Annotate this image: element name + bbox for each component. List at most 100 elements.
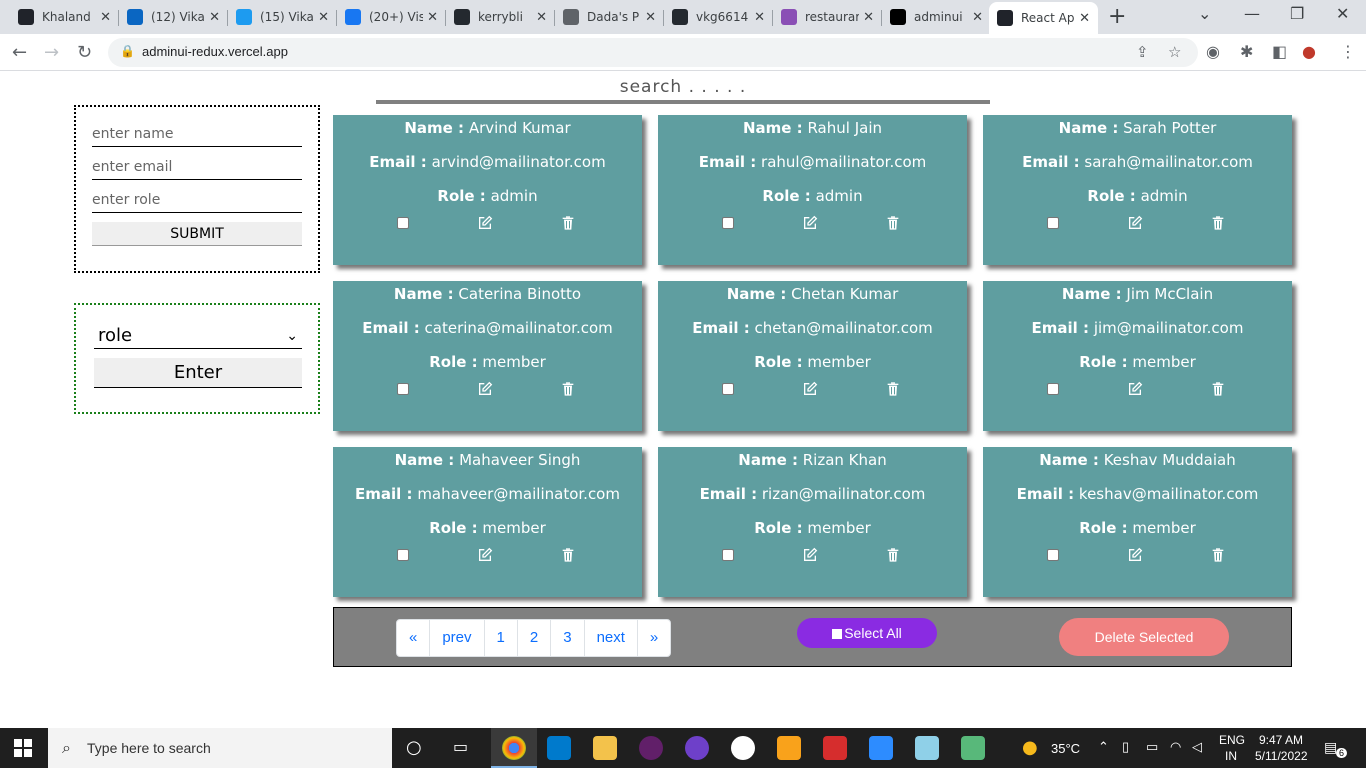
language-top[interactable]: ENG — [1219, 733, 1245, 747]
taskbar-search-box[interactable]: ⌕ Type here to search — [48, 728, 392, 768]
browser-tab[interactable]: Dada's P ✕ — [555, 2, 664, 32]
browser-tab[interactable]: (12) Vika ✕ — [119, 2, 228, 32]
page-link-1[interactable]: 1 — [485, 620, 518, 656]
browser-tab[interactable]: (15) Vika ✕ — [228, 2, 337, 32]
tab-close-icon[interactable]: ✕ — [209, 10, 220, 25]
sublime-taskbar-icon[interactable] — [777, 736, 801, 760]
next-page-link[interactable]: next — [585, 620, 638, 656]
browser-tab[interactable]: restaurar ✕ — [773, 2, 882, 32]
edit-icon[interactable] — [477, 215, 493, 235]
tab-close-icon[interactable]: ✕ — [863, 10, 874, 25]
tab-close-icon[interactable]: ✕ — [972, 10, 983, 25]
submit-button[interactable]: SUBMIT — [92, 222, 302, 246]
vscode-taskbar-icon[interactable] — [547, 736, 571, 760]
trash-icon[interactable] — [560, 547, 576, 567]
trash-icon[interactable] — [1210, 547, 1226, 567]
reload-icon[interactable]: ↻ — [77, 42, 92, 63]
tab-close-icon[interactable]: ✕ — [318, 10, 329, 25]
browser-tab[interactable]: vkg6614 ✕ — [664, 2, 773, 32]
row-select-checkbox[interactable] — [722, 383, 734, 395]
trash-icon[interactable] — [885, 381, 901, 401]
lock-icon[interactable]: 🔒 — [120, 44, 135, 58]
task-view-icon[interactable]: ▭ — [453, 737, 468, 756]
address-bar[interactable]: 🔒 adminui-redux.vercel.app ⇪ ☆ — [108, 38, 1198, 67]
edit-icon[interactable] — [1127, 215, 1143, 235]
trash-icon[interactable] — [1210, 215, 1226, 235]
chrome-taskbar-icon[interactable] — [502, 736, 526, 760]
share-icon[interactable]: ⇪ — [1136, 43, 1149, 61]
extensions-puzzle-icon[interactable]: ✱ — [1240, 42, 1253, 61]
browser-tab[interactable]: React Ap ✕ — [989, 2, 1098, 34]
page-link-2[interactable]: 2 — [518, 620, 552, 656]
edit-icon[interactable] — [477, 547, 493, 567]
tab-close-icon[interactable]: ✕ — [1079, 11, 1090, 26]
tab-close-icon[interactable]: ✕ — [645, 10, 656, 25]
row-select-checkbox[interactable] — [397, 549, 409, 561]
zoom-taskbar-icon[interactable] — [869, 736, 893, 760]
edit-icon[interactable] — [1127, 547, 1143, 567]
battery-icon[interactable]: ▭ — [1146, 739, 1158, 755]
tab-close-icon[interactable]: ✕ — [536, 10, 547, 25]
search-input[interactable] — [376, 74, 990, 104]
edit-icon[interactable] — [477, 381, 493, 401]
new-tab-button[interactable]: + — [1108, 4, 1126, 29]
menu-kebab-icon[interactable]: ⋮ — [1340, 42, 1356, 61]
mongodb-taskbar-icon[interactable] — [731, 736, 755, 760]
browser-tab[interactable]: (20+) Vis ✕ — [337, 2, 446, 32]
color-extension-icon[interactable]: ◉ — [1206, 42, 1220, 61]
maximize-button[interactable]: ❐ — [1290, 4, 1304, 23]
role-select[interactable]: role ⌄ — [94, 321, 302, 349]
tray-chevron-icon[interactable]: ⌃ — [1098, 739, 1109, 755]
trash-icon[interactable] — [885, 215, 901, 235]
select-all-checkbox[interactable] — [832, 629, 843, 639]
tab-close-icon[interactable]: ✕ — [427, 10, 438, 25]
tab-close-icon[interactable]: ✕ — [754, 10, 765, 25]
tab-close-icon[interactable]: ✕ — [100, 10, 111, 25]
language-bottom[interactable]: IN — [1225, 749, 1237, 763]
role-field[interactable] — [92, 187, 302, 213]
edit-icon[interactable] — [802, 215, 818, 235]
forward-icon[interactable]: → — [44, 42, 59, 63]
trash-icon[interactable] — [885, 547, 901, 567]
clock-time[interactable]: 9:47 AM — [1259, 733, 1303, 747]
first-page-link[interactable]: « — [397, 620, 431, 656]
row-select-checkbox[interactable] — [1047, 217, 1059, 229]
github-desktop-taskbar-icon[interactable] — [685, 736, 709, 760]
wifi-icon[interactable]: ◠ — [1170, 739, 1181, 755]
email-field[interactable] — [92, 154, 302, 180]
name-field[interactable] — [92, 121, 302, 147]
bookmark-star-icon[interactable]: ☆ — [1168, 43, 1181, 61]
back-icon[interactable]: ← — [12, 42, 27, 63]
page-link-3[interactable]: 3 — [551, 620, 585, 656]
trash-icon[interactable] — [560, 215, 576, 235]
windows-start-icon[interactable] — [14, 739, 32, 757]
edit-icon[interactable] — [1127, 381, 1143, 401]
slack-taskbar-icon[interactable] — [639, 736, 663, 760]
row-select-checkbox[interactable] — [1047, 549, 1059, 561]
delete-selected-button[interactable]: Delete Selected — [1059, 618, 1229, 656]
clock-date[interactable]: 5/11/2022 — [1255, 749, 1308, 763]
minimize-button[interactable]: — — [1244, 4, 1260, 23]
row-select-checkbox[interactable] — [1047, 383, 1059, 395]
edit-icon[interactable] — [802, 381, 818, 401]
browser-tab[interactable]: Khaland ✕ — [10, 2, 119, 32]
row-select-checkbox[interactable] — [722, 217, 734, 229]
git-taskbar-icon[interactable] — [961, 736, 985, 760]
row-select-checkbox[interactable] — [397, 383, 409, 395]
row-select-checkbox[interactable] — [722, 549, 734, 561]
enter-button[interactable]: Enter — [94, 358, 302, 388]
browser-tab[interactable]: adminui ✕ — [882, 2, 991, 32]
weather-sun-icon[interactable]: ● — [1022, 737, 1038, 758]
trash-icon[interactable] — [1210, 381, 1226, 401]
browser-tab[interactable]: kerrybli ✕ — [446, 2, 555, 32]
trash-icon[interactable] — [560, 381, 576, 401]
profile-avatar[interactable]: ● — [1302, 42, 1316, 61]
edit-icon[interactable] — [802, 547, 818, 567]
weather-temperature[interactable]: 35°C — [1051, 741, 1080, 756]
close-window-button[interactable]: ✕ — [1336, 4, 1349, 23]
prev-page-link[interactable]: prev — [430, 620, 485, 656]
row-select-checkbox[interactable] — [397, 217, 409, 229]
tray-device-icon[interactable]: ▯ — [1122, 739, 1129, 755]
select-all-button[interactable]: Select All — [797, 618, 937, 648]
notepad-taskbar-icon[interactable] — [915, 736, 939, 760]
